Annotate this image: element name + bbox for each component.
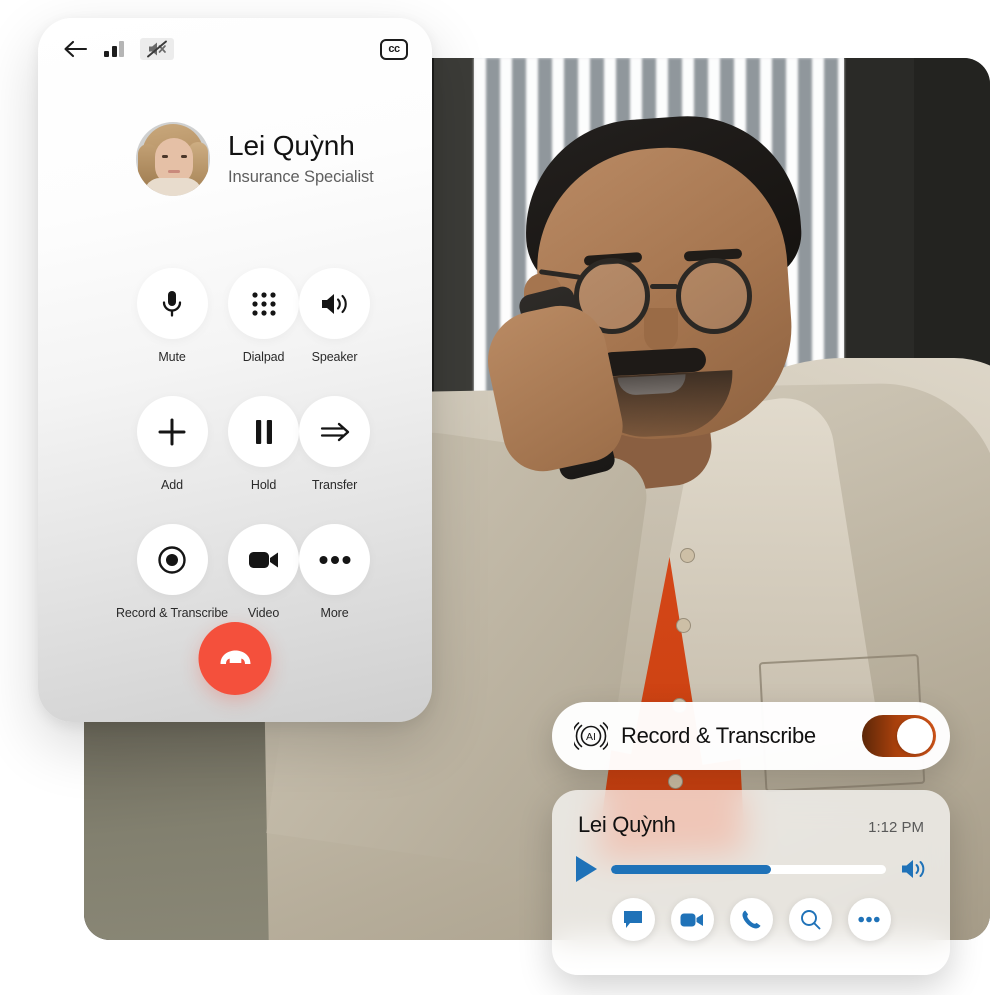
control-hold: Hold	[228, 396, 300, 492]
status-bar: cc	[38, 18, 432, 80]
video-button[interactable]	[228, 524, 300, 595]
control-add: Add	[136, 396, 208, 492]
caller-role: Insurance Specialist	[228, 168, 374, 187]
add-button[interactable]	[136, 396, 208, 467]
ellipsis-icon	[858, 916, 880, 923]
screenshot-stage: cc Lei Quỳnh Insurance Specialist Mute D…	[0, 0, 1000, 995]
control-label: Transfer	[311, 478, 358, 492]
record-transcribe-card: AI Record & Transcribe	[552, 702, 950, 770]
voicemail-player-card: Lei Quỳnh 1:12 PM	[552, 790, 950, 975]
control-label: Video	[247, 606, 280, 620]
chat-action-button[interactable]	[611, 898, 655, 941]
record-transcribe-button[interactable]	[136, 524, 208, 595]
dialpad-button[interactable]	[228, 268, 300, 339]
control-mute: Mute	[136, 268, 208, 364]
control-dialpad: Dialpad	[228, 268, 300, 364]
closed-caption-icon[interactable]: cc	[380, 38, 408, 60]
speaker-button[interactable]	[299, 268, 371, 339]
dialpad-icon	[251, 291, 276, 316]
ellipsis-icon	[319, 555, 351, 564]
avatar	[136, 122, 210, 196]
video-camera-icon	[248, 551, 278, 568]
control-label: Record & Transcribe	[116, 606, 229, 620]
svg-text:AI: AI	[586, 731, 596, 743]
search-icon	[800, 910, 820, 930]
control-speaker: Speaker	[299, 268, 371, 364]
transfer-button[interactable]	[299, 396, 371, 467]
call-controls-grid: Mute Dialpad Speaker Add Hold Transfer R…	[38, 268, 432, 620]
search-action-button[interactable]	[788, 898, 832, 941]
end-call-button[interactable]	[198, 622, 272, 695]
control-label: Dialpad	[242, 350, 285, 364]
speaker-icon	[321, 293, 347, 314]
play-icon[interactable]	[576, 856, 597, 882]
more-action-button[interactable]	[847, 898, 891, 941]
player-timestamp: 1:12 PM	[868, 819, 924, 836]
speaker-muted-icon	[140, 38, 174, 60]
caller-info: Lei Quỳnh Insurance Specialist	[38, 122, 432, 196]
control-label: More	[320, 606, 349, 620]
control-record-transcribe: Record & Transcribe	[116, 524, 228, 620]
phone-icon	[741, 910, 760, 929]
control-label: Mute	[158, 350, 186, 364]
volume-icon[interactable]	[900, 857, 928, 881]
video-action-button[interactable]	[670, 898, 714, 941]
player-caller-name: Lei Quỳnh	[578, 812, 676, 837]
signal-bars-icon	[104, 41, 124, 57]
more-button[interactable]	[299, 524, 371, 595]
record-transcribe-toggle[interactable]	[862, 715, 936, 757]
player-action-row	[552, 898, 950, 941]
plus-icon	[158, 418, 186, 445]
microphone-icon	[162, 290, 182, 317]
toggle-knob	[897, 718, 933, 754]
control-label: Hold	[250, 478, 277, 492]
video-camera-icon	[680, 913, 703, 926]
back-arrow-icon[interactable]	[62, 38, 88, 60]
hold-button[interactable]	[228, 396, 300, 467]
record-dot-icon	[158, 545, 186, 574]
ai-badge-icon: AI	[571, 719, 611, 753]
playback-progress-bar[interactable]	[611, 864, 886, 874]
control-transfer: Transfer	[299, 396, 371, 492]
call-action-button[interactable]	[729, 898, 773, 941]
control-more: More	[299, 524, 371, 620]
control-label: Add	[161, 478, 183, 492]
record-transcribe-label: Record & Transcribe	[621, 723, 816, 748]
arrow-right-icon	[320, 422, 349, 441]
control-video: Video	[228, 524, 300, 620]
chat-bubble-icon	[624, 911, 642, 928]
control-label: Speaker	[311, 350, 358, 364]
call-screen-card: cc Lei Quỳnh Insurance Specialist Mute D…	[38, 18, 432, 722]
playback-progress-fill	[611, 864, 771, 874]
hangup-phone-icon	[220, 650, 250, 664]
pause-icon	[255, 419, 272, 444]
mute-button[interactable]	[136, 268, 208, 339]
caller-name: Lei Quỳnh	[228, 129, 355, 161]
